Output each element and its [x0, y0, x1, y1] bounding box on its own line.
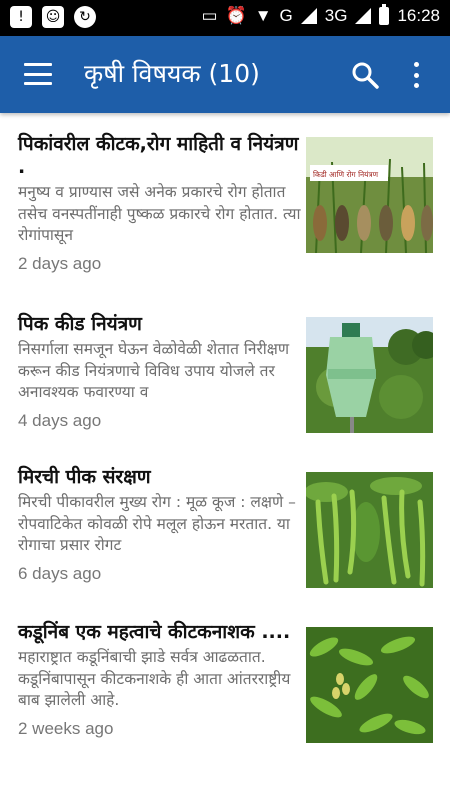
svg-text:किडी आणि रोग नियंत्रण: किडी आणि रोग नियंत्रण	[313, 170, 379, 179]
article-thumbnail	[306, 317, 433, 433]
battery-icon	[379, 4, 390, 25]
article-thumbnail	[306, 627, 433, 743]
cast-icon: ▭	[201, 6, 218, 25]
article-time: 6 days ago	[18, 563, 102, 583]
article-thumbnail	[306, 472, 433, 588]
clock: 16:28	[397, 6, 440, 25]
article-time: 4 days ago	[18, 410, 102, 430]
network-type-1: G	[279, 6, 293, 25]
list-item[interactable]: पिकांवरील कीटक,रोग माहिती व नियंत्रण . म…	[0, 133, 450, 293]
article-snippet: महाराष्ट्रात कडूनिंबाची झाडे सर्वत्र आढळ…	[18, 648, 291, 709]
article-time: 2 weeks ago	[18, 718, 114, 738]
list-item[interactable]: पिक कीड नियंत्रण निसर्गाला समजून घेऊन वे…	[0, 313, 450, 443]
list-item[interactable]: मिरची पीक संरक्षण मिरची पीकावरील मुख्य र…	[0, 466, 450, 596]
alarm-icon: ⏰	[225, 6, 247, 25]
notification-icon: !	[10, 6, 32, 28]
more-options-icon[interactable]	[406, 60, 426, 90]
page-title: कृषी विषयक (10)	[84, 59, 260, 88]
article-title: मिरची पीक संरक्षण	[18, 466, 151, 488]
network-type-2: 3G	[324, 6, 348, 25]
status-bar: ! ☺ ↻ ▭ ⏰ ▼ G 3G 16:28	[0, 0, 450, 36]
menu-icon[interactable]	[24, 63, 52, 85]
article-time: 2 days ago	[18, 253, 102, 273]
article-snippet: मनुष्य व प्राण्यास जसे अनेक प्रकारचे रोग…	[18, 183, 301, 244]
article-thumbnail: किडी आणि रोग नियंत्रण	[306, 137, 433, 253]
message-icon: ☺	[42, 6, 64, 28]
article-snippet: निसर्गाला समजून घेऊन वेळोवेळी शेतात निरी…	[18, 340, 290, 401]
app-bar: कृषी विषयक (10)	[0, 36, 450, 113]
article-title: पिकांवरील कीटक,रोग माहिती व नियंत्रण .	[18, 133, 299, 178]
sync-icon: ↻	[74, 6, 96, 28]
wifi-icon: ▼	[254, 6, 272, 25]
list-item[interactable]: कडूनिंब एक महत्वाचे कीटकनाशक .... महाराष…	[0, 621, 450, 791]
signal-icon	[300, 8, 317, 24]
article-snippet: मिरची पीकावरील मुख्य रोग : मूळ कूज : लक्…	[18, 493, 296, 554]
article-title: कडूनिंब एक महत्वाचे कीटकनाशक ....	[18, 621, 291, 643]
signal-icon-2	[355, 8, 372, 24]
search-icon[interactable]	[350, 60, 380, 90]
article-title: पिक कीड नियंत्रण	[18, 313, 142, 335]
